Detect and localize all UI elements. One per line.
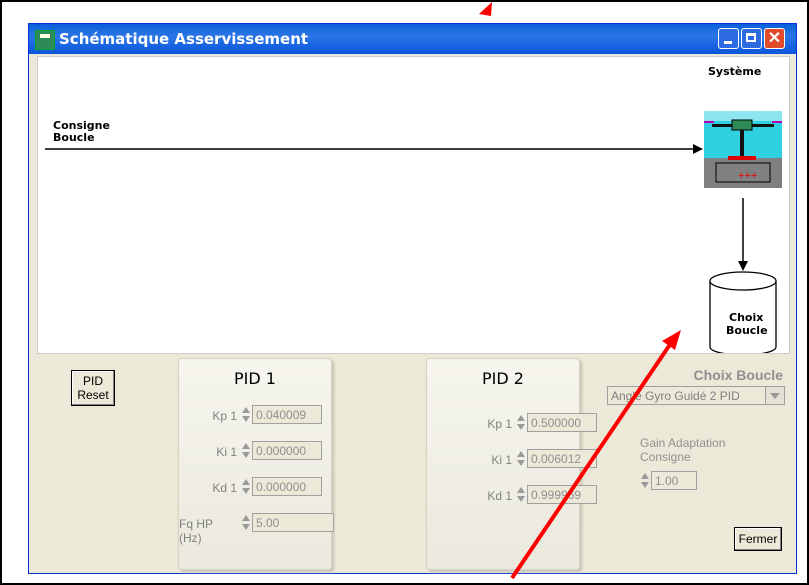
pid1-kd-field[interactable]: 0.000000 (252, 477, 322, 496)
pid1-title: PID 1 (234, 369, 276, 388)
pid1-ki-field[interactable]: 0.000000 (252, 441, 322, 460)
gain-label-line1: Gain Adaptation (640, 436, 726, 450)
diagram-svg: +++ (45, 111, 782, 353)
choix-boucle-value: Angle Gyro Guidé 2 PID (611, 389, 740, 403)
pid2-kd-field[interactable]: 0.999969 (527, 485, 597, 504)
controls-area: PID Reset PID 1 Kp 1 0.040009 Ki 1 0.000… (37, 354, 788, 570)
pid1-ki-label: Ki 1 (216, 445, 237, 459)
pid2-kp-label: Kp 1 (487, 417, 512, 431)
choix-boucle-label: Boucle (726, 324, 768, 337)
pid2-kp-field[interactable]: 0.500000 (527, 413, 597, 432)
pid1-fq-spin[interactable] (241, 514, 250, 532)
maximize-button[interactable] (741, 28, 762, 49)
consigne-arrowhead (693, 144, 703, 154)
system-to-choix-arrowhead (738, 261, 748, 271)
pid2-kd-spin[interactable] (516, 486, 525, 504)
pid1-ki-spin[interactable] (241, 442, 250, 460)
gain-label-line2: Consigne (640, 450, 691, 464)
pid1-panel: PID 1 Kp 1 0.040009 Ki 1 0.000000 Kd 1 0… (178, 358, 334, 570)
window-title: Schématique Asservissement (59, 30, 309, 48)
pid2-ki-label: Ki 1 (491, 453, 512, 467)
gain-adaptation-label: Gain Adaptation Consigne (640, 436, 725, 464)
pid-reset-button[interactable]: PID Reset (71, 370, 115, 406)
choix-boucle-title: Choix Boucle (693, 367, 783, 383)
choix-boucle-select[interactable]: Angle Gyro Guidé 2 PID (607, 386, 785, 405)
pid2-ki-field[interactable]: 0.006012 (527, 449, 597, 468)
pid-reset-label-1: PID (82, 374, 103, 388)
pid2-ki-spin[interactable] (516, 450, 525, 468)
pid1-fq-label: Fq HP (Hz) (179, 517, 213, 545)
pid2-panel: PID 2 Kp 1 0.500000 Ki 1 0.006012 Kd 1 0… (426, 358, 597, 570)
pid2-title: PID 2 (482, 369, 524, 388)
schematic-canvas: Système Consigne Boucle +++ Choix Boucle (37, 56, 790, 354)
pid1-kp-spin[interactable] (241, 406, 250, 424)
gain-spin[interactable] (640, 472, 649, 490)
title-bar[interactable]: Schématique Asservissement ✕ (29, 24, 796, 54)
pid2-kd-label: Kd 1 (487, 489, 512, 503)
close-button[interactable]: ✕ (764, 28, 785, 49)
pid1-kp-label: Kp 1 (212, 409, 237, 423)
system-icon: +++ (704, 111, 782, 188)
chevron-down-icon[interactable] (765, 387, 784, 404)
pid1-kp-field[interactable]: 0.040009 (252, 405, 322, 424)
minimize-button[interactable] (718, 28, 739, 49)
pid-reset-label-2: Reset (77, 388, 109, 402)
gain-field[interactable]: 1.00 (651, 471, 697, 490)
pid1-kd-label: Kd 1 (212, 481, 237, 495)
app-icon (35, 30, 55, 50)
pid1-fq-field[interactable]: 5.00 (252, 513, 334, 532)
pid2-kp-spin[interactable] (516, 414, 525, 432)
choix-label: Choix (729, 311, 764, 324)
pid1-kd-spin[interactable] (241, 478, 250, 496)
fermer-button[interactable]: Fermer (734, 527, 782, 551)
svg-text:+++: +++ (738, 170, 757, 182)
app-window: Schématique Asservissement ✕ Système Con… (28, 23, 797, 574)
